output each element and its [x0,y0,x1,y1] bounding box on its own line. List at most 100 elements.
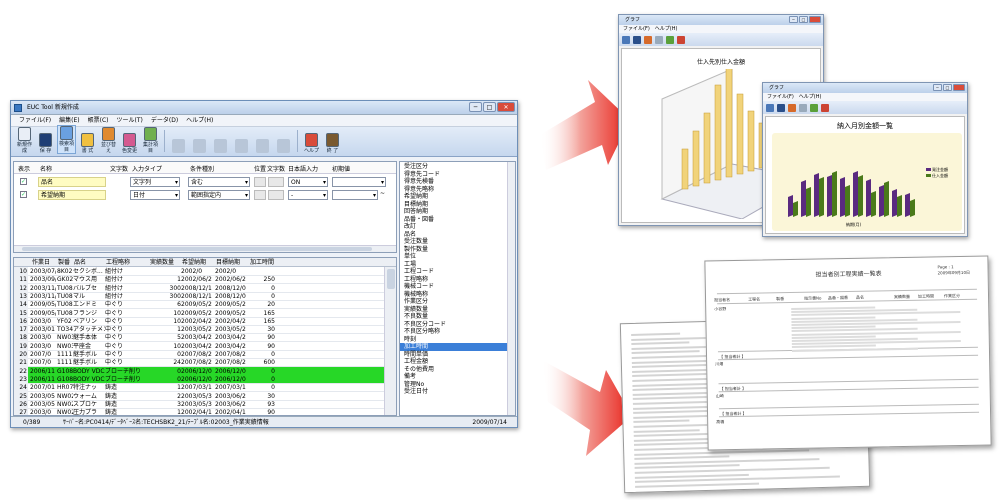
exit-button[interactable]: 終 了 [323,133,342,154]
menu-help[interactable]: ヘルプ(H) [186,115,213,126]
grid-col-serial[interactable]: 製番 [58,258,70,267]
menu-file[interactable]: ファイル(F) [767,93,794,101]
field-list-item[interactable]: 単位 [400,253,515,261]
field-list-item[interactable]: 工場 [400,261,515,269]
help-icon[interactable] [810,103,818,112]
field-list-item[interactable]: 目標納期 [400,201,515,209]
grid-col-date[interactable]: 作業日 [32,258,50,267]
condition-name[interactable]: 品名 [38,177,106,187]
chart-type-icon[interactable] [799,103,807,112]
field-list-item[interactable]: 得意先略称 [400,186,515,194]
field-list-item[interactable]: 製作数量 [400,246,515,254]
menu-help[interactable]: ヘルプ(H) [655,25,678,33]
field-list-item[interactable]: 不良数量 [400,313,515,321]
save-icon[interactable] [633,35,641,44]
menu-report[interactable]: 帳票(C) [88,115,109,126]
field-list-scrollbar[interactable] [507,162,515,415]
field-list-item[interactable]: 実績数量 [400,306,515,314]
field-list-item[interactable]: 機械コード [400,283,515,291]
minimize-button[interactable]: ─ [933,84,942,91]
field-list-item[interactable]: 不良区分コード [400,321,515,329]
print-icon[interactable] [766,103,774,112]
field-list-item[interactable]: その他費用 [400,366,515,374]
field-list-item[interactable]: 回答納期 [400,208,515,216]
graph-icon[interactable] [644,35,652,44]
condition-type-select[interactable]: 範囲指定内 [188,190,250,200]
field-list-item[interactable]: 改訂 [400,223,515,231]
format-button[interactable]: 書 式 [78,133,97,154]
chars-field[interactable] [268,177,284,187]
maximize-button[interactable]: □ [943,84,952,91]
field-list-item[interactable]: 工程金額 [400,358,515,366]
menu-help[interactable]: ヘルプ(H) [799,93,822,101]
grid-col-time[interactable]: 加工時間 [250,258,274,267]
field-list-item[interactable]: 工程略称 [400,276,515,284]
search-fields-button[interactable]: 検索項目 [57,125,76,154]
initial-value-field[interactable] [332,190,378,200]
help-button[interactable]: ヘルプ [302,133,321,154]
new-doc-button[interactable]: 新規作成 [15,127,34,154]
display-checkbox[interactable]: ✓ [20,191,27,198]
menu-tools[interactable]: ツール(T) [117,115,143,126]
aggregate-button[interactable]: 集計項目 [141,127,160,154]
field-list-item[interactable]: 得意先コード [400,171,515,179]
scroll-thumb[interactable] [387,269,395,289]
ime-select[interactable]: ON [288,177,328,187]
table-row[interactable]: 272003/0NW02圧力プラ鋳造12002/04/12002/04/190 [14,408,384,415]
field-list-item[interactable]: 不良区分略称 [400,328,515,336]
grid-col-target[interactable]: 目標納期 [216,258,240,267]
close-button[interactable] [953,84,965,91]
field-list-item[interactable]: 加工時間 [400,343,515,351]
field-list-item[interactable]: 管理No [400,381,515,389]
maximize-button[interactable]: □ [483,102,496,112]
menu-file[interactable]: ファイル(F) [19,115,51,126]
condition-type-select[interactable]: 含む [188,177,250,187]
graph-title-bar[interactable]: グラフ ─ □ [619,15,823,25]
field-list-item[interactable]: 工程コード [400,268,515,276]
field-list-item[interactable]: 作業区分 [400,298,515,306]
field-list-item[interactable]: 得意先検番 [400,178,515,186]
color-button[interactable]: 色変更 [120,133,139,154]
ime-select[interactable]: - [288,190,328,200]
input-type-select[interactable]: 文字列 [130,177,180,187]
close-button[interactable] [809,16,821,23]
scroll-thumb[interactable] [22,247,372,251]
grid-col-process[interactable]: 工程略称 [106,258,130,267]
field-list-item[interactable]: 品名 [400,231,515,239]
initial-value-field[interactable] [332,177,386,187]
field-list-item[interactable]: 備考 [400,373,515,381]
grid-col-qty[interactable]: 実績数量 [150,258,174,267]
help-icon[interactable] [666,35,674,44]
exit-icon[interactable] [677,35,685,44]
grid-col-name[interactable]: 品名 [74,258,86,267]
save-button[interactable]: 保 存 [36,133,55,154]
maximize-button[interactable]: □ [799,16,808,23]
title-bar[interactable]: EUC Tool 新規作成 ─ □ ✕ [11,101,517,115]
menu-file[interactable]: ファイル(F) [623,25,650,33]
minimize-button[interactable]: ─ [469,102,482,112]
field-list-item[interactable]: 受注区分 [400,163,515,171]
field-list-item[interactable]: 受注日付 [400,388,515,396]
field-list-item[interactable]: 希望納期 [400,193,515,201]
chart-type-icon[interactable] [655,35,663,44]
field-list-item[interactable]: 時間単価 [400,351,515,359]
graph-title-bar[interactable]: グラフ ─ □ [763,83,967,93]
position-field[interactable] [254,177,266,187]
exit-icon[interactable] [821,103,829,112]
chars-field[interactable] [268,190,284,200]
grid-col-requested[interactable]: 希望納期 [182,258,206,267]
graph-icon[interactable] [788,103,796,112]
minimize-button[interactable]: ─ [789,16,798,23]
grid-scrollbar[interactable] [384,267,396,415]
close-button[interactable]: ✕ [497,102,515,112]
field-list-item[interactable]: 機械略称 [400,291,515,299]
field-list-item[interactable]: 時刻 [400,336,515,344]
save-icon[interactable] [777,103,785,112]
field-list-item[interactable]: 品番・図番 [400,216,515,224]
conditions-scrollbar[interactable] [14,245,396,252]
sort-button[interactable]: 並び替え [99,127,118,154]
position-field[interactable] [254,190,266,200]
condition-name[interactable]: 希望納期 [38,190,106,200]
print-icon[interactable] [622,35,630,44]
display-checkbox[interactable]: ✓ [20,178,27,185]
